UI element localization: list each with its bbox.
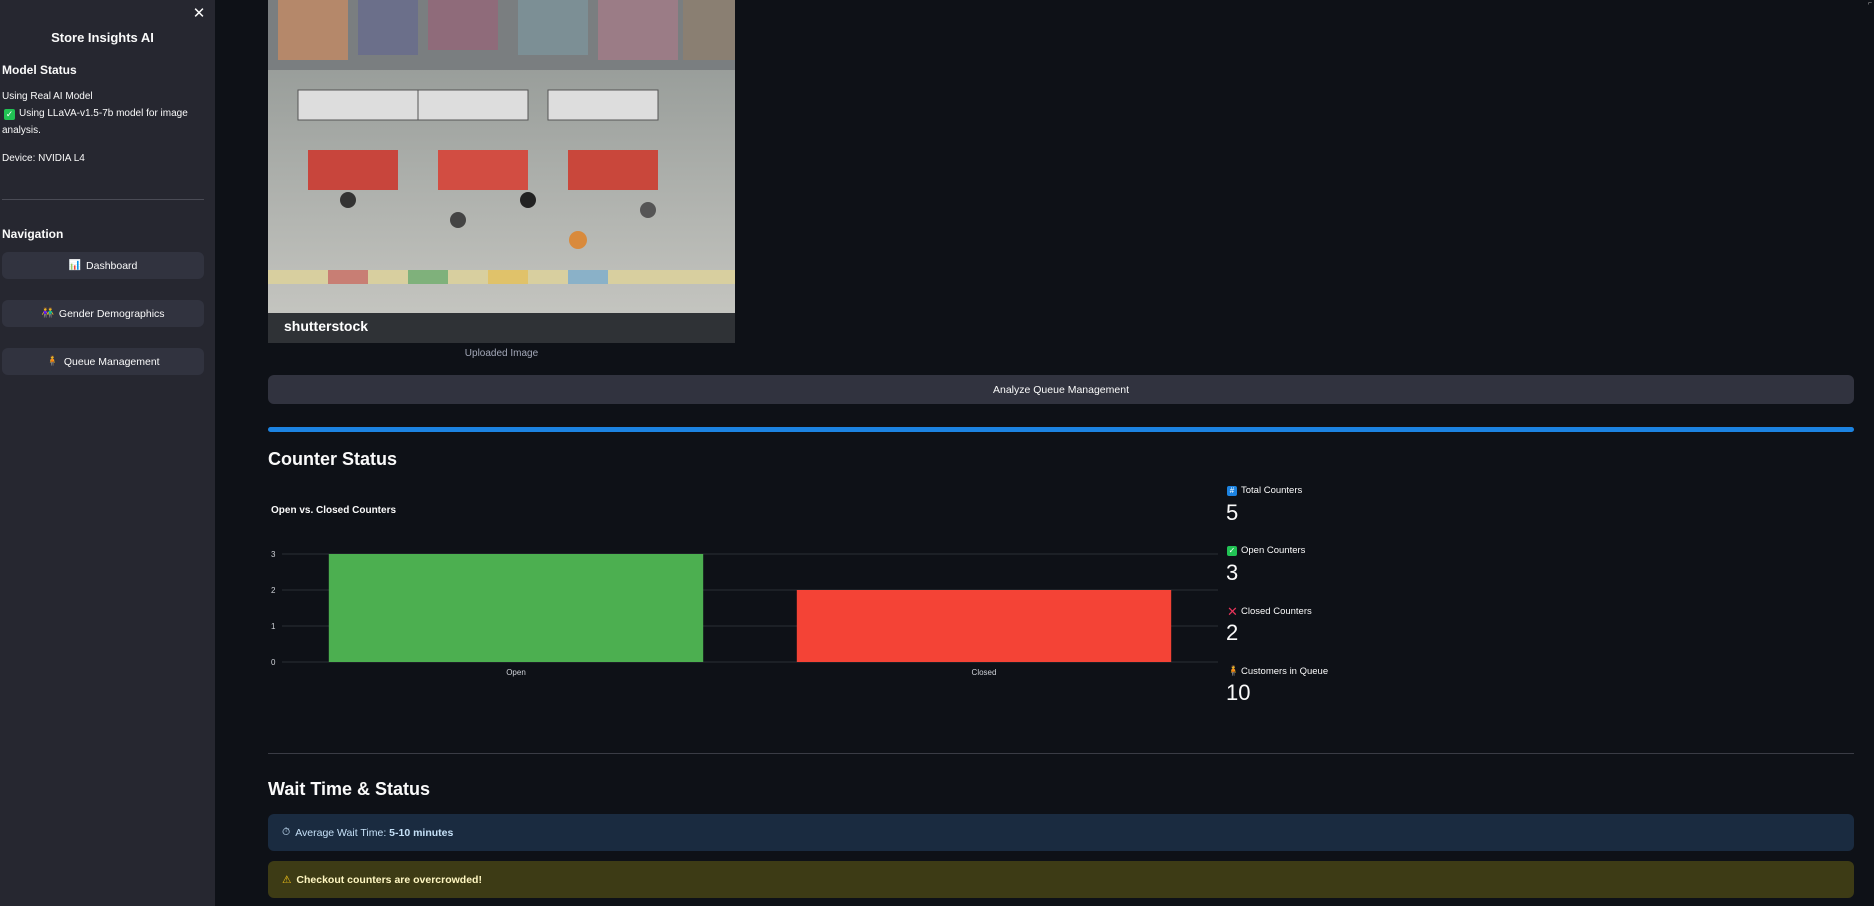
warning-text: Checkout counters are overcrowded!: [296, 873, 482, 886]
people-icon: 👫: [41, 308, 54, 319]
metric-queue-value: 10: [1226, 680, 1251, 705]
metric-closed-label: ✕ Closed Counters: [1227, 603, 1312, 619]
wait-time-info: ⏱ Average Wait Time: 5-10 minutes: [268, 814, 1854, 851]
metric-label-text: Customers in Queue: [1241, 666, 1329, 677]
progress-bar: [268, 427, 1854, 432]
metric-queue-label: 🧍 Customers in Queue: [1227, 666, 1328, 677]
uploaded-image: shutterstock: [268, 0, 735, 343]
nav-label: Gender Demographics: [58, 307, 165, 320]
close-icon[interactable]: ✕: [191, 6, 207, 22]
check-icon: ✓: [4, 109, 15, 120]
model-detail: ✓ Using LLaVA-v1.5-7b model for image ana…: [2, 105, 202, 139]
metric-closed-value: 2: [1226, 620, 1239, 645]
overcrowded-warning: ⚠ Checkout counters are overcrowded!: [268, 861, 1854, 898]
person-standing-icon: 🧍: [46, 356, 59, 367]
metric-open-value: 3: [1226, 560, 1239, 585]
corner-mark: ⌐: [1867, 0, 1872, 7]
model-status-heading: Model Status: [2, 63, 77, 77]
check-icon: ✓: [1227, 545, 1237, 556]
image-caption: Uploaded Image: [464, 348, 539, 359]
bar-closed[interactable]: [796, 590, 1172, 662]
123-icon: #: [1227, 485, 1237, 496]
metric-total-label: # Total Counters: [1227, 485, 1302, 496]
counter-chart: Open vs. Closed Counters 0 1 2 3 Open Closed: [268, 495, 1428, 685]
app-title: Store Insights AI: [51, 30, 154, 45]
bar-chart-icon: 📊: [68, 260, 82, 271]
wait-prefix: Average Wait Time:: [295, 826, 390, 839]
image-watermark: shutterstock: [284, 318, 369, 334]
nav-button-gender-demographics[interactable]: 👫 Gender Demographics: [2, 300, 204, 327]
metric-label-text: Closed Counters: [1241, 606, 1312, 617]
nav-button-queue-management[interactable]: 🧍 Queue Management: [2, 348, 204, 375]
sidebar-divider: [2, 199, 204, 200]
y-tick-label: 1: [271, 622, 276, 631]
wait-value: 5-10 minutes: [389, 826, 454, 839]
analyze-queue-button[interactable]: Analyze Queue Management: [268, 375, 1854, 404]
metric-open-label: ✓ Open Counters: [1227, 545, 1305, 556]
counter-status-heading: Counter Status: [268, 449, 398, 469]
sidebar: ✕ Store Insights AI Model Status Using R…: [0, 0, 215, 906]
section-divider: [268, 753, 1854, 754]
metric-label-text: Total Counters: [1241, 485, 1303, 496]
cross-icon: ✕: [1227, 603, 1238, 619]
bar-open[interactable]: [328, 554, 704, 662]
model-line: Using Real AI Model: [2, 91, 93, 102]
x-tick-label: Closed: [972, 668, 997, 677]
device-info: Device: NVIDIA L4: [2, 153, 85, 164]
nav-label: Queue Management: [63, 355, 160, 368]
y-tick-label: 2: [271, 586, 276, 595]
stopwatch-icon: ⏱: [282, 826, 291, 838]
model-detail-text: Using LLaVA-v1.5-7b model for image anal…: [2, 108, 188, 136]
main-content: ⌐ shutterstock Uploaded Image Analyze Qu…: [215, 0, 1874, 906]
y-tick-label: 0: [271, 658, 276, 667]
wait-time-heading: Wait Time & Status: [268, 779, 431, 799]
chart-svg: 0 1 2 3 Open Closed: [271, 550, 1218, 677]
x-tick-label: Open: [506, 668, 526, 677]
nav-label: Dashboard: [86, 259, 138, 272]
nav-button-dashboard[interactable]: 📊 Dashboard: [2, 252, 204, 279]
metric-label-text: Open Counters: [1241, 545, 1306, 556]
warning-icon: ⚠: [282, 873, 292, 886]
y-tick-label: 3: [271, 550, 276, 559]
person-icon: 🧍: [1227, 665, 1240, 677]
metric-total-value: 5: [1226, 500, 1239, 525]
navigation-heading: Navigation: [2, 227, 64, 241]
